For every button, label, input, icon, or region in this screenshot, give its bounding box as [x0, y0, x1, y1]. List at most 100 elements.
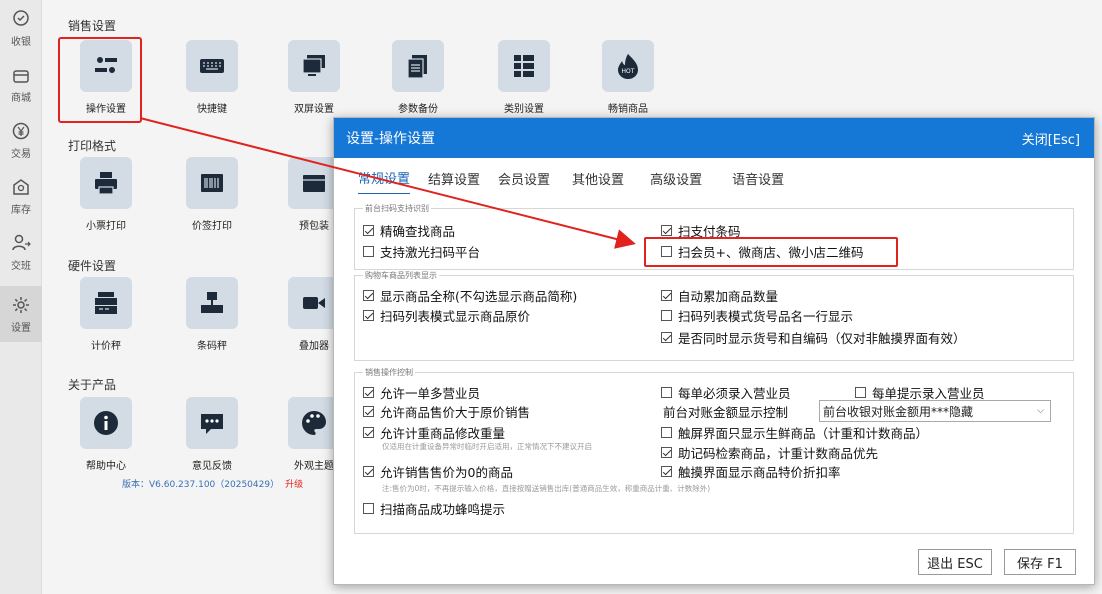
option-label: 允许计重商品修改重量 [380, 426, 506, 441]
tile-label: 外观主题 [294, 461, 334, 472]
option-require-salesperson[interactable]: 每单必须录入营业员 [661, 383, 791, 402]
option-full-name[interactable]: 显示商品全称(不勾选显示商品简称) [363, 286, 577, 305]
upgrade-link[interactable]: 升级 [285, 480, 303, 490]
checkbox[interactable] [363, 246, 374, 257]
checkbox[interactable] [661, 290, 672, 301]
option-mnemonic-priority[interactable]: 助记码检索商品，计重计数商品优先 [661, 443, 878, 462]
exit-button[interactable]: 退出 ESC [918, 549, 992, 575]
tile-label: 小票打印 [86, 221, 126, 232]
section-title-hardware: 硬件设置 [68, 259, 117, 273]
option-label: 自动累加商品数量 [678, 289, 779, 304]
option-price-above-original[interactable]: 允许商品售价大于原价销售 [363, 402, 530, 421]
tile-pricing-scale[interactable]: 计价秤 [58, 277, 154, 355]
option-label: 精确查找商品 [380, 224, 456, 239]
video-icon [303, 297, 325, 309]
tile-feedback[interactable]: 意见反馈 [164, 397, 260, 475]
checkbox[interactable] [661, 332, 672, 343]
tile-label: 计价秤 [91, 341, 121, 352]
settings-dialog: 设置-操作设置 关闭[Esc] 常规设置 结算设置 会员设置 其他设置 高级设置… [333, 117, 1095, 585]
account-display-select[interactable]: 前台收银对账金额用***隐藏 ⌵ [819, 400, 1051, 422]
tab-member[interactable]: 会员设置 [498, 163, 550, 194]
info-icon [94, 411, 118, 435]
tile-dual-screen[interactable]: 双屏设置 [266, 40, 362, 118]
section-title-sales: 销售设置 [68, 19, 117, 33]
nav-item-trade[interactable]: 交易 [0, 112, 42, 168]
tile-label: 参数备份 [398, 104, 438, 115]
group-legend: 前台扫码支持识别 [363, 203, 431, 214]
checkbox[interactable] [661, 466, 672, 477]
checkbox[interactable] [363, 310, 374, 321]
nav-item-settings[interactable]: 设置 [0, 286, 42, 342]
store-icon [13, 69, 29, 83]
tile-hot-products[interactable]: HOT 畅销商品 [580, 40, 676, 118]
option-label: 扫码列表模式显示商品原价 [380, 309, 531, 324]
option-exact-search[interactable]: 精确查找商品 [363, 221, 455, 240]
nav-label: 交易 [11, 148, 31, 160]
tile-label: 价签打印 [192, 221, 232, 232]
nav-label: 设置 [11, 322, 31, 334]
checkbox[interactable] [363, 225, 374, 236]
dialog-close-button[interactable]: 关闭[Esc] [1022, 129, 1080, 148]
checkbox[interactable] [363, 290, 374, 301]
tile-label-print[interactable]: 价签打印 [164, 157, 260, 235]
checkbox[interactable] [661, 310, 672, 321]
tile-category[interactable]: 类别设置 [476, 40, 572, 118]
option-label: 允许商品售价大于原价销售 [380, 405, 531, 420]
checkbox[interactable] [363, 503, 374, 514]
tile-label: 意见反馈 [192, 461, 232, 472]
chevron-down-icon: ⌵ [1037, 406, 1044, 416]
option-beep[interactable]: 扫描商品成功蜂鸣提示 [363, 499, 505, 518]
tile-param-backup[interactable]: 参数备份 [370, 40, 466, 118]
option-laser-scan[interactable]: 支持激光扫码平台 [363, 242, 480, 261]
checkbox[interactable] [363, 387, 374, 398]
tab-general[interactable]: 常规设置 [358, 162, 411, 194]
select-value: 前台收银对账金额用***隐藏 [823, 404, 974, 419]
note-weight: 仅适用在计重设备异常时临时开启适用，正常情况下不建议开启 [382, 442, 592, 451]
tile-label: 双屏设置 [294, 104, 334, 115]
option-show-original-price[interactable]: 扫码列表模式显示商品原价 [363, 306, 530, 325]
checkbox[interactable] [363, 427, 374, 438]
checkbox[interactable] [363, 406, 374, 417]
tab-voice[interactable]: 语音设置 [732, 163, 784, 194]
option-label: 是否同时显示货号和自编码（仅对非触摸界面有效） [678, 331, 966, 346]
option-auto-accumulate[interactable]: 自动累加商品数量 [661, 286, 778, 305]
option-label: 允许销售售价为0的商品 [380, 465, 513, 480]
option-show-both-codes[interactable]: 是否同时显示货号和自编码（仅对非触摸界面有效） [661, 328, 966, 347]
inventory-icon [13, 178, 29, 195]
palette-icon [302, 411, 326, 435]
tab-other[interactable]: 其他设置 [572, 163, 624, 194]
gear-icon [13, 296, 29, 313]
annotation-highlight-option [644, 237, 898, 267]
note-zero-price: 注:售价为0时，不再提示输入价格，直接按赠送销售出库(普通商品生效，称重商品计重… [382, 484, 711, 493]
option-one-line[interactable]: 扫码列表模式货号品名一行显示 [661, 306, 853, 325]
tile-barcode-scale[interactable]: 条码秤 [164, 277, 260, 355]
option-zero-price[interactable]: 允许销售售价为0的商品 [363, 462, 513, 481]
section-title-about: 关于产品 [68, 378, 117, 392]
checkbox[interactable] [661, 427, 672, 438]
checkbox[interactable] [363, 466, 374, 477]
checkbox[interactable] [661, 225, 672, 236]
shift-icon [12, 234, 31, 250]
option-touch-fresh-only[interactable]: 触屏界面只显示生鲜商品（计重和计数商品） [661, 423, 928, 442]
nav-item-cashier[interactable]: 收银 [0, 0, 42, 56]
backup-icon [407, 55, 427, 79]
tab-checkout[interactable]: 结算设置 [428, 163, 480, 194]
tile-shortcut[interactable]: 快捷键 [164, 40, 260, 118]
tile-receipt-print[interactable]: 小票打印 [58, 157, 154, 235]
checkbox[interactable] [661, 447, 672, 458]
nav-item-inventory[interactable]: 库存 [0, 168, 42, 224]
option-multi-salesperson[interactable]: 允许一单多营业员 [363, 383, 480, 402]
nav-item-store[interactable]: 商城 [0, 56, 42, 112]
option-modify-weight[interactable]: 允许计重商品修改重量 [363, 423, 505, 442]
checkbox[interactable] [661, 387, 672, 398]
option-show-discount[interactable]: 触摸界面显示商品特价折扣率 [661, 462, 841, 481]
tile-help-center[interactable]: 帮助中心 [58, 397, 154, 475]
hot-icon: HOT [618, 54, 638, 79]
checkbox[interactable] [855, 387, 866, 398]
barcode-label-icon [201, 174, 223, 192]
tile-label: 快捷键 [197, 104, 227, 115]
tile-label: 帮助中心 [86, 461, 126, 472]
nav-item-shift[interactable]: 交班 [0, 224, 42, 280]
tab-advanced[interactable]: 高级设置 [650, 163, 702, 194]
save-button[interactable]: 保存 F1 [1004, 549, 1076, 575]
